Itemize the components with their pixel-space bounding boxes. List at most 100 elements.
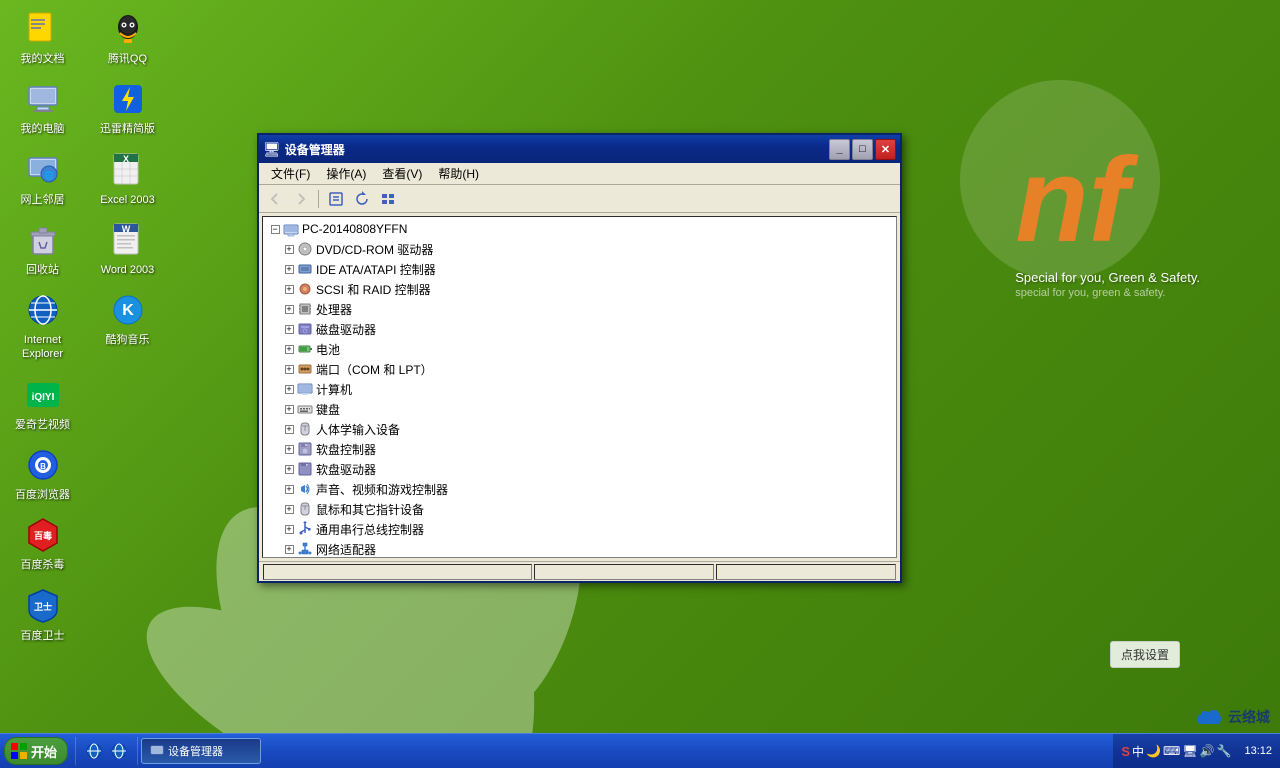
tree-label-6: 端口（COM 和 LPT）	[316, 361, 433, 378]
desktop-icon-word[interactable]: W Word 2003	[90, 216, 165, 281]
tray-tool-icon[interactable]: 🔧	[1217, 744, 1232, 758]
tree-item-15[interactable]: + 网络适配器	[265, 539, 894, 558]
tree-expand-5[interactable]: +	[281, 341, 297, 357]
tree-expand-15[interactable]: +	[281, 541, 297, 557]
view-button[interactable]	[376, 188, 400, 210]
tray-moon-icon[interactable]: 🌙	[1146, 744, 1161, 758]
tree-expand-13[interactable]: +	[281, 501, 297, 517]
desktop-icon-baidu-guard[interactable]: 卫士 百度卫士	[5, 582, 80, 647]
desktop-icon-mycomputer[interactable]: 我的电脑	[5, 75, 80, 140]
tree-item-12[interactable]: + 声音、视频和游戏控制器	[265, 479, 894, 499]
tree-root-item[interactable]: − PC-20140808YFFN	[265, 219, 894, 239]
baidu-browser-label: 百度浏览器	[15, 488, 70, 502]
quick-ie-icon[interactable]	[84, 741, 104, 761]
tray-keyboard-icon[interactable]: ⌨	[1163, 744, 1180, 758]
desktop-icon-baidu-av[interactable]: 百毒 百度杀毒	[5, 511, 80, 576]
desktop-icon-baidu-browser[interactable]: B 百度浏览器	[5, 441, 80, 506]
menu-action[interactable]: 操作(A)	[318, 163, 374, 184]
tray-audio-icon[interactable]: 🔊	[1200, 744, 1215, 758]
tree-item-1[interactable]: + IDE ATA/ATAPI 控制器	[265, 259, 894, 279]
cloud-brand-label: 云络城	[1228, 707, 1270, 727]
tree-label-1: IDE ATA/ATAPI 控制器	[316, 261, 436, 278]
tree-icon-port	[297, 361, 313, 377]
desktop-icon-recycle[interactable]: 回收站	[5, 216, 80, 281]
kugou-icon: K	[108, 290, 148, 330]
window-menubar: 文件(F) 操作(A) 查看(V) 帮助(H)	[259, 163, 900, 185]
network-label: 网上邻居	[21, 193, 65, 207]
device-manager-window: 🖥 设备管理器 _ □ ✕ 文件(F) 操作(A) 查看(V) 帮助(H)	[257, 133, 902, 583]
tree-item-8[interactable]: + 键盘	[265, 399, 894, 419]
tree-expand-box-root[interactable]: −	[271, 225, 280, 234]
start-button[interactable]: 开始	[4, 737, 68, 765]
desktop-icon-thunder[interactable]: 迅雷精简版	[90, 75, 165, 140]
recycle-icon	[23, 220, 63, 260]
desktop-icon-ie[interactable]: Internet Explorer	[5, 286, 80, 366]
tree-expand-9[interactable]: +	[281, 421, 297, 437]
desktop-icon-excel[interactable]: X Excel 2003	[90, 146, 165, 211]
taskbar-sep-1	[75, 737, 76, 765]
desktop-icon-documents[interactable]: 我的文档	[5, 5, 80, 70]
tree-item-13[interactable]: + 鼠标和其它指针设备	[265, 499, 894, 519]
qq-icon	[108, 9, 148, 49]
tree-expand-12[interactable]: +	[281, 481, 297, 497]
tree-expand-11[interactable]: +	[281, 461, 297, 477]
back-button[interactable]	[263, 188, 287, 210]
maximize-button[interactable]: □	[852, 139, 873, 160]
windows-logo-icon	[11, 743, 27, 759]
tree-label-8: 键盘	[316, 401, 340, 418]
system-clock: 13:12	[1239, 745, 1272, 757]
tree-item-7[interactable]: + 计算机	[265, 379, 894, 399]
tree-item-0[interactable]: + DVD/CD-ROM 驱动器	[265, 239, 894, 259]
tray-chinese-icon[interactable]: 中	[1132, 743, 1144, 760]
tree-expand-root[interactable]: −	[267, 221, 283, 237]
desktop-icon-iqiyi[interactable]: iQIYI 爱奇艺视频	[5, 371, 80, 436]
close-button[interactable]: ✕	[875, 139, 896, 160]
taskbar-window-item[interactable]: 设备管理器	[141, 738, 261, 764]
desktop-icon-kugou[interactable]: K 酷狗音乐	[90, 286, 165, 366]
tree-expand-10[interactable]: +	[281, 441, 297, 457]
tree-expand-6[interactable]: +	[281, 361, 297, 377]
tray-sogou-icon[interactable]: S	[1121, 744, 1130, 759]
tree-item-11[interactable]: + 软盘驱动器	[265, 459, 894, 479]
tree-item-10[interactable]: + 软盘控制器	[265, 439, 894, 459]
tree-item-5[interactable]: + 电池	[265, 339, 894, 359]
menu-view[interactable]: 查看(V)	[374, 163, 430, 184]
minimize-button[interactable]: _	[829, 139, 850, 160]
window-statusbar	[259, 561, 900, 581]
tray-network-icon[interactable]: 🖥	[1182, 744, 1197, 758]
tree-label-7: 计算机	[316, 381, 352, 398]
refresh-button[interactable]	[350, 188, 374, 210]
tree-expand-8[interactable]: +	[281, 401, 297, 417]
taskbar-tray: S 中 🌙 ⌨ 🖥 🔊 🔧 13:12	[1113, 734, 1280, 768]
desktop-icon-network[interactable]: 🌐 网上邻居	[5, 146, 80, 211]
tree-item-6[interactable]: + 端口（COM 和 LPT）	[265, 359, 894, 379]
tree-expand-4[interactable]: +	[281, 321, 297, 337]
desktop-icon-qq[interactable]: 腾讯QQ	[90, 5, 165, 70]
tree-item-14[interactable]: + 通用串行总线控制器	[265, 519, 894, 539]
quick-launch-area	[84, 741, 129, 761]
menu-file[interactable]: 文件(F)	[263, 163, 318, 184]
kugou-label: 酷狗音乐	[106, 333, 150, 347]
menu-help[interactable]: 帮助(H)	[430, 163, 487, 184]
tree-expand-14[interactable]: +	[281, 521, 297, 537]
tree-expand-2[interactable]: +	[281, 281, 297, 297]
word-icon: W	[108, 220, 148, 260]
tree-item-4[interactable]: + 磁盘驱动器	[265, 319, 894, 339]
device-tree[interactable]: − PC-20140808YFFN + DVD/CD-ROM 驱动器 +	[262, 216, 897, 558]
svg-text:🌐: 🌐	[44, 170, 54, 180]
brand-circle	[960, 80, 1160, 280]
desktop-icons-container: 我的文档 腾讯QQ 我的电脑 迅雷精简版 🌐 网上邻居	[5, 5, 170, 647]
properties-button[interactable]	[324, 188, 348, 210]
tree-item-2[interactable]: + SCSI 和 RAID 控制器	[265, 279, 894, 299]
tree-item-9[interactable]: + 人体学输入设备	[265, 419, 894, 439]
quick-ie2-icon[interactable]	[109, 741, 129, 761]
tree-item-3[interactable]: + 处理器	[265, 299, 894, 319]
settings-button[interactable]: 点我设置	[1110, 641, 1180, 668]
tree-expand-1[interactable]: +	[281, 261, 297, 277]
tree-expand-0[interactable]: +	[281, 241, 297, 257]
tree-expand-3[interactable]: +	[281, 301, 297, 317]
svg-text:iQIYI: iQIYI	[31, 392, 54, 403]
forward-button[interactable]	[289, 188, 313, 210]
tree-expand-7[interactable]: +	[281, 381, 297, 397]
taskbar-window-label: 设备管理器	[168, 743, 223, 759]
